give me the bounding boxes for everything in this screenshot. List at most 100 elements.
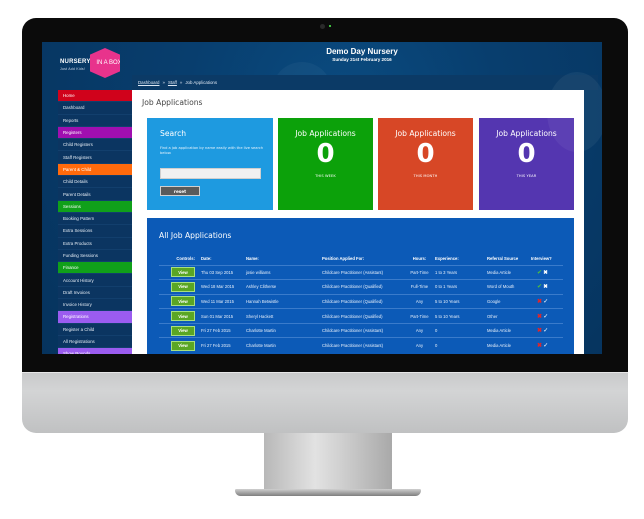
name-cell: josie williams xyxy=(244,264,320,280)
name-cell: Ashley Clitherse xyxy=(244,279,320,295)
cross-icon[interactable]: ✖ xyxy=(537,299,542,305)
sidebar-item-registers[interactable]: Registers xyxy=(58,126,132,140)
breadcrumb: Dashboard » Staff » Job Applications xyxy=(132,75,598,90)
stat-heading: Job Applications xyxy=(496,129,557,138)
sidebar-item-child-details[interactable]: Child Details xyxy=(58,176,132,189)
sidebar-item-staff-registers[interactable]: Staff Registers xyxy=(58,151,132,164)
applications-panel: All Job Applications Controls: Date: Nam… xyxy=(147,218,574,354)
table-row: View Sun 01 Mar 2015 Sheryl Hackett Childca… xyxy=(159,308,563,324)
experience-cell: 1 to 3 Years xyxy=(433,264,485,280)
interview-cell: ✖ ✓ xyxy=(529,337,563,353)
position-cell: Childcare Practitioner (Assistant) xyxy=(320,264,406,280)
stat-period: THIS WEEK xyxy=(315,174,336,178)
name-cell: Charlotte Martin xyxy=(244,337,320,353)
main-content: Job Applications Search Find a job appli… xyxy=(132,90,584,354)
column-header-experience: Experience: xyxy=(435,256,459,262)
camera-led-icon xyxy=(329,25,331,27)
experience-cell: 0 xyxy=(433,337,485,353)
interview-cell: ✔ ✖ xyxy=(529,279,563,295)
cross-icon[interactable]: ✖ xyxy=(543,270,548,276)
stat-tile-this-month: Job Applications 0 THIS MONTH xyxy=(378,118,473,210)
date-cell: Sun 01 Mar 2015 xyxy=(199,308,244,324)
breadcrumb-separator: » xyxy=(179,80,183,85)
breadcrumb-dashboard[interactable]: Dashboard xyxy=(138,80,159,85)
hours-cell: Any xyxy=(406,322,433,338)
site-title: Demo Day Nursery xyxy=(326,47,398,56)
sidebar-item-home[interactable]: Home xyxy=(58,90,132,103)
date-cell: Wed 11 Mar 2015 xyxy=(199,293,244,309)
monitor-stand xyxy=(264,433,392,493)
sidebar-item-finance[interactable]: Finance xyxy=(58,262,132,275)
column-header-referral: Referral Source xyxy=(487,256,519,262)
sidebar-item-dashboard[interactable]: Dashboard xyxy=(58,102,132,115)
search-tile: Search Find a job application by name ea… xyxy=(147,118,273,210)
cross-icon[interactable]: ✖ xyxy=(537,328,542,334)
stat-tile-this-year: Job Applications 0 THIS YEAR xyxy=(479,118,574,210)
sidebar-item-show-rounds[interactable]: Show Rounds xyxy=(58,348,132,354)
sidebar-item-parent-child[interactable]: Parent & Child xyxy=(58,163,132,177)
sidebar-item-reports[interactable]: Reports xyxy=(58,114,132,127)
experience-cell: 5 to 10 Years xyxy=(433,293,485,309)
referral-cell: Media Article xyxy=(485,337,529,353)
view-button[interactable]: View xyxy=(171,281,195,292)
sidebar-item-extra-products[interactable]: Extra Products xyxy=(58,237,132,250)
reset-button[interactable]: reset xyxy=(160,186,200,196)
referral-cell: Media Article xyxy=(485,322,529,338)
sidebar-item-parent-details[interactable]: Parent Details xyxy=(58,188,132,201)
breadcrumb-staff[interactable]: Staff xyxy=(168,80,177,85)
name-cell: Hannah Betwistle xyxy=(244,293,320,309)
page-title: Job Applications xyxy=(142,98,203,107)
hours-cell: Any xyxy=(406,337,433,353)
experience-cell: 0 to 1 Years xyxy=(433,279,485,295)
view-button[interactable]: View xyxy=(171,267,195,278)
sidebar-item-draft-invoices[interactable]: Draft Invoices xyxy=(58,286,132,300)
hours-cell: Any xyxy=(406,293,433,309)
date-cell: Fri 27 Feb 2015 xyxy=(199,322,244,338)
interview-cell: ✔ ✖ xyxy=(529,264,563,280)
sidebar-item-extra-sessions[interactable]: Extra Sessions xyxy=(58,225,132,238)
view-button[interactable]: View xyxy=(171,340,195,351)
search-input[interactable] xyxy=(160,168,261,179)
stat-heading: Job Applications xyxy=(395,129,456,138)
sidebar-item-invoice-history[interactable]: Invoice History xyxy=(58,299,132,312)
sidebar-item-child-registers[interactable]: Child Registers xyxy=(58,139,132,152)
column-header-position: Position Applied For: xyxy=(322,256,365,262)
tick-icon[interactable]: ✓ xyxy=(543,343,548,349)
sidebar-item-booking-pattern[interactable]: Booking Pattern xyxy=(58,212,132,226)
position-cell: Childcare Practitioner (Qualified) xyxy=(320,308,406,324)
stat-period: THIS YEAR xyxy=(516,174,537,178)
column-header-interview: Interview? xyxy=(531,256,552,262)
sidebar-item-all-registrations[interactable]: All Registrations xyxy=(58,335,132,349)
tick-icon[interactable]: ✓ xyxy=(543,328,548,334)
breadcrumb-separator: » xyxy=(162,80,165,85)
cross-icon[interactable]: ✖ xyxy=(543,284,548,290)
sidebar-item-registrations[interactable]: Registrations xyxy=(58,311,132,324)
tick-icon[interactable]: ✓ xyxy=(543,299,548,305)
cross-icon[interactable]: ✖ xyxy=(537,343,542,349)
sidebar-item-sessions[interactable]: Sessions xyxy=(58,200,132,213)
site-date: Sunday 21st February 2016 xyxy=(332,57,392,62)
app-screen: NURSERY Just Add Kids! IN A BOX Demo Day… xyxy=(42,42,602,354)
sidebar: Home Dashboard Reports Registers Child Regis… xyxy=(58,90,132,354)
stat-value: 0 xyxy=(316,139,335,169)
hours-cell: Part-Time xyxy=(406,308,433,324)
sidebar-item-register-a-child[interactable]: Register a Child xyxy=(58,323,132,336)
tick-icon[interactable]: ✔ xyxy=(537,284,542,290)
column-header-controls: Controls: xyxy=(176,256,195,262)
position-cell: Childcare Practitioner (Qualified) xyxy=(320,293,406,309)
tick-icon[interactable]: ✔ xyxy=(537,270,542,276)
sidebar-item-account-history[interactable]: Account History xyxy=(58,274,132,287)
breadcrumb-current: Job Applications xyxy=(185,80,218,85)
position-cell: Childcare Practitioner (Assistant) xyxy=(320,337,406,353)
column-header-name: Name: xyxy=(246,256,259,262)
view-button[interactable]: View xyxy=(171,311,195,322)
sidebar-item-funding-sessions[interactable]: Funding Sessions xyxy=(58,249,132,263)
date-cell: Fri 27 Feb 2015 xyxy=(199,337,244,353)
monitor-stand-base xyxy=(235,489,421,496)
cross-icon[interactable]: ✖ xyxy=(537,314,542,320)
search-description: Find a job application by name easily wi… xyxy=(160,146,264,156)
view-button[interactable]: View xyxy=(171,325,195,336)
position-cell: Childcare Practitioner (Assistant) xyxy=(320,322,406,338)
view-button[interactable]: View xyxy=(171,296,195,307)
tick-icon[interactable]: ✓ xyxy=(543,314,548,320)
